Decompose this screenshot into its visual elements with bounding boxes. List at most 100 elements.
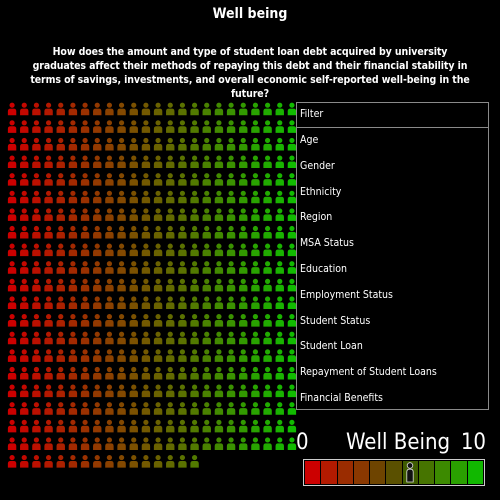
- person-icon: [287, 314, 297, 327]
- person-icon: [117, 120, 126, 133]
- person-icon: [226, 137, 236, 151]
- person-icon: [56, 120, 65, 133]
- person-icon: [20, 402, 29, 415]
- scale-cell: [418, 461, 435, 484]
- person-icon: [226, 402, 236, 415]
- filter-item-ethnicity[interactable]: Ethnicity: [297, 180, 488, 206]
- person-icon: [68, 120, 78, 133]
- person-icon: [251, 296, 260, 310]
- filter-item-employment-status[interactable]: Employment Status: [297, 283, 488, 309]
- person-icon: [251, 102, 260, 116]
- person-icon: [80, 102, 90, 116]
- person-icon: [129, 190, 138, 204]
- person-icon: [202, 366, 211, 380]
- person-icon: [68, 137, 78, 151]
- person-icon: [190, 137, 199, 151]
- person-icon: [263, 296, 272, 310]
- filter-item-region[interactable]: Region: [297, 205, 488, 231]
- person-icon: [20, 137, 29, 151]
- person-icon: [44, 155, 53, 169]
- person-icon: [105, 120, 114, 133]
- person-icon: [141, 419, 151, 433]
- person-icon: [166, 296, 175, 310]
- person-icon: [20, 173, 29, 186]
- filter-item-msa-status[interactable]: MSA Status: [297, 231, 488, 257]
- person-icon: [251, 137, 260, 151]
- person-icon: [214, 314, 224, 327]
- person-icon: [263, 278, 272, 292]
- person-icon: [263, 402, 272, 415]
- person-icon: [56, 137, 65, 151]
- filter-item-repayment-of-student-loans[interactable]: Repayment of Student Loans: [297, 360, 488, 386]
- person-icon: [117, 102, 126, 116]
- person-icon: [129, 137, 138, 151]
- person-icon: [129, 261, 138, 274]
- person-icon: [226, 419, 236, 433]
- legend-labels: 0 Well Being 10: [296, 428, 492, 458]
- person-icon: [117, 419, 126, 433]
- person-icon: [117, 331, 126, 345]
- person-icon: [202, 243, 211, 257]
- person-icon: [263, 173, 272, 186]
- person-icon: [20, 454, 29, 468]
- person-icon: [44, 437, 53, 450]
- person-icon: [129, 419, 138, 433]
- person-icon: [7, 137, 17, 151]
- person-icon: [287, 349, 297, 362]
- person-icon: [263, 137, 272, 151]
- person-icon: [178, 208, 187, 221]
- person-icon: [202, 225, 211, 239]
- person-icon: [44, 366, 53, 380]
- filter-item-financial-benefits[interactable]: Financial Benefits: [297, 386, 488, 412]
- filter-item-gender[interactable]: Gender: [297, 154, 488, 180]
- person-icon: [117, 366, 126, 380]
- person-icon: [141, 155, 151, 169]
- person-icon: [153, 331, 163, 345]
- person-icon: [166, 384, 175, 398]
- person-icon: [20, 155, 29, 169]
- person-icon: [202, 419, 211, 433]
- person-icon: [190, 225, 199, 239]
- person-icon: [275, 314, 284, 327]
- person-icon: [226, 102, 236, 116]
- person-icon: [251, 225, 260, 239]
- person-icon: [56, 331, 65, 345]
- person-icon: [263, 120, 272, 133]
- person-icon: [287, 437, 297, 450]
- person-icon: [263, 314, 272, 327]
- person-icon: [153, 384, 163, 398]
- person-icon: [68, 278, 78, 292]
- person-icon: [80, 120, 90, 133]
- person-icon: [105, 137, 114, 151]
- person-icon: [153, 155, 163, 169]
- person-icon: [105, 296, 114, 310]
- person-icon: [20, 278, 29, 292]
- person-icon: [251, 331, 260, 345]
- person-icon: [190, 243, 199, 257]
- person-icon: [251, 261, 260, 274]
- filter-item-student-status[interactable]: Student Status: [297, 309, 488, 335]
- person-icon: [239, 384, 248, 398]
- person-icon: [226, 437, 236, 450]
- person-icon: [178, 137, 187, 151]
- legend-max-label: 10: [460, 430, 486, 455]
- person-icon: [202, 314, 211, 327]
- person-icon: [251, 384, 260, 398]
- person-icon: [105, 366, 114, 380]
- person-icon: [20, 349, 29, 362]
- person-icon: [287, 208, 297, 221]
- person-icon: [239, 173, 248, 186]
- person-icon: [251, 349, 260, 362]
- person-icon: [80, 190, 90, 204]
- filter-item-student-loan[interactable]: Student Loan: [297, 334, 488, 360]
- filter-item-age[interactable]: Age: [297, 128, 488, 154]
- person-icon: [190, 296, 199, 310]
- person-icon: [20, 419, 29, 433]
- filter-item-education[interactable]: Education: [297, 257, 488, 283]
- person-icon: [141, 296, 151, 310]
- person-icon: [93, 419, 102, 433]
- person-icon: [178, 243, 187, 257]
- person-icon: [153, 314, 163, 327]
- person-icon: [68, 419, 78, 433]
- person-icon: [105, 437, 114, 450]
